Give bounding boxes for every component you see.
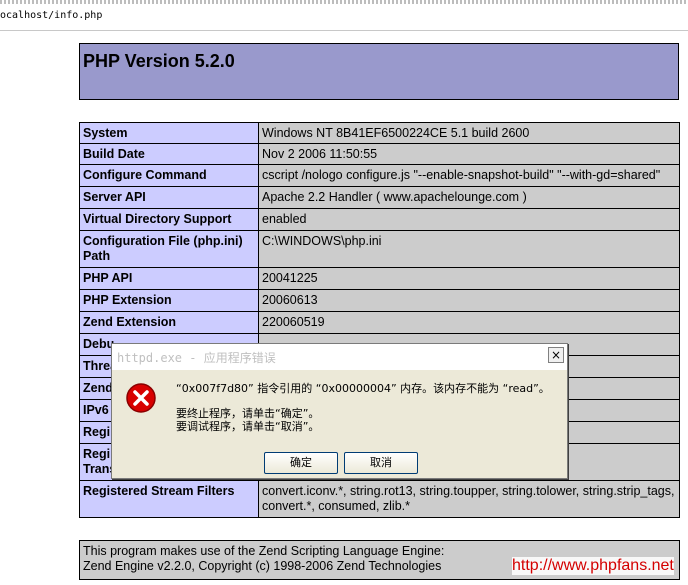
- row-value: 20041225: [258, 267, 680, 290]
- page-title: PHP Version 5.2.0: [83, 51, 235, 71]
- row-value: enabled: [258, 208, 680, 231]
- table-row: Registered Stream Filters convert.iconv.*…: [79, 480, 680, 518]
- table-row: PHP Extension 20060613: [79, 289, 680, 312]
- row-value: C:\WINDOWS\php.ini: [258, 230, 680, 268]
- address-url[interactable]: ocalhost/info.php: [0, 10, 102, 21]
- ok-button[interactable]: 确定: [264, 452, 338, 474]
- row-key: Virtual Directory Support: [79, 208, 259, 231]
- dialog-title: httpd.exe - 应用程序错误: [117, 351, 276, 365]
- row-key: Build Date: [79, 143, 259, 165]
- error-icon: [126, 383, 156, 413]
- table-row: Build Date Nov 2 2006 11:50:55: [79, 143, 680, 165]
- toolbar-edge: [0, 0, 688, 4]
- row-value: Windows NT 8B41EF6500224CE 5.1 build 260…: [258, 122, 680, 144]
- dialog-message: “0x007f7d80” 指令引用的 “0x00000004” 内存。该内存不能…: [176, 382, 550, 395]
- table-row: Virtual Directory Support enabled: [79, 208, 680, 231]
- table-row: Configuration File (php.ini) Path C:\WIND…: [79, 230, 680, 268]
- dialog-debug-hint: 要调试程序，请单击“取消”。: [176, 420, 320, 433]
- row-value: convert.iconv.*, string.rot13, string.to…: [258, 480, 680, 518]
- php-header: PHP Version 5.2.0: [79, 43, 679, 100]
- table-row: Configure Command cscript /nologo configu…: [79, 164, 680, 187]
- table-row: System Windows NT 8B41EF6500224CE 5.1 bui…: [79, 122, 680, 144]
- row-key: System: [79, 122, 259, 144]
- error-dialog: httpd.exe - 应用程序错误 × “0x007f7d80” 指令引用的 …: [111, 343, 568, 479]
- row-value: cscript /nologo configure.js "--enable-s…: [258, 164, 680, 187]
- row-key: PHP API: [79, 267, 259, 290]
- row-key: PHP Extension: [79, 289, 259, 312]
- row-value: Nov 2 2006 11:50:55: [258, 143, 680, 165]
- table-row: Zend Extension 220060519: [79, 311, 680, 334]
- row-key: Configure Command: [79, 164, 259, 187]
- row-value: 20060613: [258, 289, 680, 312]
- row-key: Server API: [79, 186, 259, 209]
- dialog-titlebar[interactable]: httpd.exe - 应用程序错误 ×: [112, 344, 567, 370]
- row-key: Registered Stream Filters: [79, 480, 259, 518]
- watermark-text: http://www.phpfans.net: [512, 557, 674, 575]
- cancel-button[interactable]: 取消: [344, 452, 418, 474]
- close-icon[interactable]: ×: [548, 347, 564, 363]
- row-key: Zend Extension: [79, 311, 259, 334]
- row-key: Configuration File (php.ini) Path: [79, 230, 259, 268]
- table-row: PHP API 20041225: [79, 267, 680, 290]
- address-bar[interactable]: ocalhost/info.php: [0, 0, 688, 31]
- row-value: 220060519: [258, 311, 680, 334]
- row-value: Apache 2.2 Handler ( www.apachelounge.co…: [258, 186, 680, 209]
- table-row: Server API Apache 2.2 Handler ( www.apach…: [79, 186, 680, 209]
